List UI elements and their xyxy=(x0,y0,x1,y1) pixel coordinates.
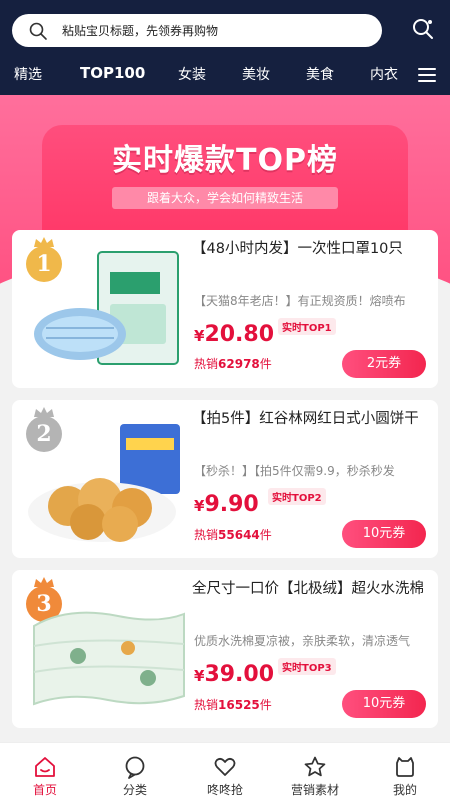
top-header: 精选 TOP100 女装 美妆 美食 内衣 xyxy=(0,0,450,95)
coupon-button[interactable]: 10元券 xyxy=(342,690,426,718)
nav-item-women[interactable]: 女装 xyxy=(178,64,206,84)
nav-item-food[interactable]: 美食 xyxy=(306,64,334,84)
sold-count: 热销16525件 xyxy=(194,698,272,712)
home-icon xyxy=(35,757,55,777)
rank-badge: 实时TOP2 xyxy=(268,488,326,505)
bottom-tabbar: 首页 分类 咚咚抢 营销素材 我的 xyxy=(0,742,450,800)
product-desc: 【秒杀！】【拍5件仅需9.9，秒杀秒发 xyxy=(194,464,395,478)
nav-item-top100[interactable]: TOP100 xyxy=(80,64,145,82)
hero-title: 实时爆款TOP榜 xyxy=(112,143,338,178)
chat-icon xyxy=(125,756,145,779)
tab-home[interactable]: 首页 xyxy=(0,743,90,800)
tab-profile[interactable]: 我的 xyxy=(360,743,450,800)
tab-label: 分类 xyxy=(122,783,147,797)
nav-item-beauty[interactable]: 美妆 xyxy=(242,64,270,84)
product-price: ¥20.80 xyxy=(194,322,275,347)
category-nav: 精选 TOP100 女装 美妆 美食 内衣 xyxy=(0,56,450,92)
tab-category[interactable]: 分类 xyxy=(90,743,180,800)
product-price: ¥39.00 xyxy=(194,662,275,687)
search-icon[interactable] xyxy=(410,16,436,42)
hero-subtitle: 跟着大众，学会如何精致生活 xyxy=(112,187,338,209)
heart-icon xyxy=(214,757,236,776)
product-card[interactable]: 3 全尺寸一口价【北极绒】超火水洗棉 优质水洗棉夏凉被，亲肤柔软，清凉透气 ¥3… xyxy=(12,570,438,728)
product-image[interactable] xyxy=(28,586,188,716)
product-image[interactable] xyxy=(28,246,188,376)
tab-label: 营销素材 xyxy=(290,783,339,797)
search-bar[interactable] xyxy=(12,14,382,47)
product-card[interactable]: 1 【48小时内发】一次性口罩10只 【天猫8年老店！】有正规资质！熔喷布 ¥2… xyxy=(12,230,438,388)
menu-icon[interactable] xyxy=(418,68,436,82)
coupon-button[interactable]: 10元券 xyxy=(342,520,426,548)
tab-flash-sale[interactable]: 咚咚抢 xyxy=(180,743,270,800)
sold-count: 热销62978件 xyxy=(194,357,272,371)
tab-label: 咚咚抢 xyxy=(206,783,243,797)
nav-item-underwear[interactable]: 内衣 xyxy=(370,64,398,84)
nav-item-featured[interactable]: 精选 xyxy=(14,64,42,84)
search-input[interactable] xyxy=(62,23,362,38)
product-price: ¥9.90 xyxy=(194,492,259,517)
tab-label: 首页 xyxy=(32,783,57,797)
tab-marketing[interactable]: 营销素材 xyxy=(270,743,360,800)
star-icon xyxy=(304,756,326,777)
product-desc: 优质水洗棉夏凉被，亲肤柔软，清凉透气 xyxy=(194,634,411,648)
product-title[interactable]: 【48小时内发】一次性口罩10只 xyxy=(192,238,432,260)
coupon-button[interactable]: 2元券 xyxy=(342,350,426,378)
product-title[interactable]: 全尺寸一口价【北极绒】超火水洗棉 xyxy=(192,578,432,600)
search-icon xyxy=(29,22,47,40)
rank-badge: 实时TOP1 xyxy=(278,318,336,335)
sold-count: 热销55644件 xyxy=(194,528,272,542)
rank-badge: 实时TOP3 xyxy=(278,658,336,675)
profile-icon xyxy=(396,757,414,777)
product-card[interactable]: 2 【拍5件】红谷林网红日式小圆饼干 【秒杀！】【拍5件仅需9.9，秒杀秒发 ¥… xyxy=(12,400,438,558)
product-title[interactable]: 【拍5件】红谷林网红日式小圆饼干 xyxy=(192,408,432,430)
product-image[interactable] xyxy=(28,416,188,546)
tab-label: 我的 xyxy=(392,783,417,797)
product-desc: 【天猫8年老店！】有正规资质！熔喷布 xyxy=(194,294,406,308)
